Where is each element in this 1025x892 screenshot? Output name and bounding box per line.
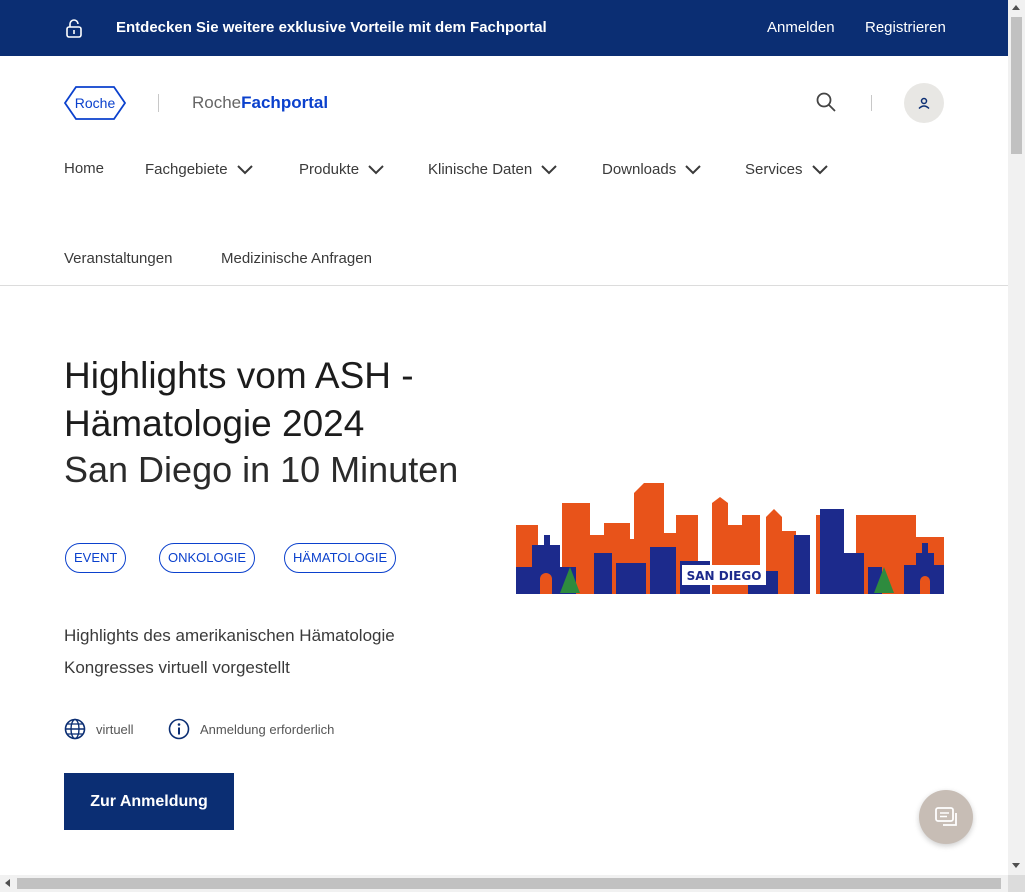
login-link[interactable]: Anmelden bbox=[767, 19, 835, 36]
scrollbar-corner bbox=[1008, 875, 1025, 892]
register-event-button[interactable]: Zur Anmeldung bbox=[64, 773, 234, 830]
san-diego-skyline-image: SAN DIEGO bbox=[516, 483, 944, 594]
page-title: Highlights vom ASH - Hämatologie 2024 bbox=[64, 355, 414, 444]
chevron-down-icon bbox=[811, 165, 828, 175]
logo-text: Roche bbox=[75, 95, 116, 111]
nav-item-services[interactable]: Services bbox=[745, 160, 829, 178]
nav-item-veranstaltungen[interactable]: Veranstaltungen bbox=[64, 250, 172, 267]
event-description: Highlights des amerikanischen Hämatologi… bbox=[64, 626, 395, 677]
brand-prefix: Roche bbox=[192, 93, 242, 112]
meta-virtual: virtuell bbox=[64, 718, 134, 740]
page-subtitle: San Diego in 10 Minuten bbox=[64, 449, 459, 490]
brand-name[interactable]: RocheFachportal bbox=[192, 93, 328, 113]
promo-text: Entdecken Sie weitere exklusive Vorteile… bbox=[116, 19, 547, 36]
brand-fachportal: Fachportal bbox=[241, 93, 329, 112]
roche-logo[interactable]: Roche bbox=[64, 86, 126, 120]
nav-item-medizinische-anfragen[interactable]: Medizinische Anfragen bbox=[221, 250, 372, 267]
tag-onkologie[interactable]: ONKOLOGIE bbox=[159, 543, 256, 573]
page-viewport: Entdecken Sie weitere exklusive Vorteile… bbox=[0, 0, 1008, 875]
nav-item-fachgebiete[interactable]: Fachgebiete bbox=[145, 160, 254, 178]
vertical-scrollbar[interactable] bbox=[1008, 0, 1025, 875]
skyline-caption: SAN DIEGO bbox=[687, 569, 762, 583]
vertical-scrollbar-thumb[interactable] bbox=[1011, 17, 1022, 154]
chevron-down-icon bbox=[368, 165, 384, 175]
globe-icon bbox=[64, 718, 86, 740]
scroll-up-arrow[interactable] bbox=[1012, 5, 1020, 10]
nav-item-label: Downloads bbox=[602, 160, 677, 178]
nav-item-label: Veranstaltungen bbox=[64, 250, 173, 267]
header-divider bbox=[158, 94, 159, 112]
chat-icon bbox=[935, 807, 957, 826]
chevron-down-icon bbox=[236, 165, 253, 175]
search-icon[interactable] bbox=[815, 91, 837, 113]
user-account-button[interactable] bbox=[904, 83, 944, 123]
nav-item-label: Fachgebiete bbox=[145, 160, 228, 178]
promo-bar: Entdecken Sie weitere exklusive Vorteile… bbox=[0, 0, 1008, 56]
meta-virtual-label: virtuell bbox=[96, 721, 134, 737]
tag-haematologie[interactable]: HÄMATOLOGIE bbox=[284, 543, 397, 573]
meta-registration: Anmeldung erforderlich bbox=[168, 718, 334, 740]
header-icon-divider bbox=[871, 95, 872, 111]
nav-item-downloads[interactable]: Downloads bbox=[602, 160, 702, 178]
user-icon bbox=[918, 97, 930, 110]
chevron-down-icon bbox=[685, 165, 701, 175]
nav-divider bbox=[0, 285, 1008, 286]
nav-item-produkte[interactable]: Produkte bbox=[299, 160, 385, 178]
lock-icon bbox=[66, 19, 82, 38]
scroll-left-arrow[interactable] bbox=[5, 879, 10, 887]
nav-item-label: Produkte bbox=[299, 160, 360, 178]
chevron-down-icon bbox=[541, 165, 557, 175]
horizontal-scrollbar[interactable] bbox=[0, 875, 1008, 892]
tag-event[interactable]: EVENT bbox=[65, 543, 127, 573]
scroll-down-arrow[interactable] bbox=[1012, 863, 1020, 868]
nav-item-label: Home bbox=[64, 160, 105, 177]
chat-button[interactable] bbox=[919, 790, 973, 844]
nav-item-label: Klinische Daten bbox=[428, 160, 533, 178]
meta-registration-label: Anmeldung erforderlich bbox=[200, 721, 335, 737]
nav-item-label: Medizinische Anfragen bbox=[221, 250, 372, 267]
nav-item-klinische-daten[interactable]: Klinische Daten bbox=[428, 160, 558, 178]
horizontal-scrollbar-thumb[interactable] bbox=[17, 878, 1001, 889]
register-link[interactable]: Registrieren bbox=[865, 19, 946, 36]
nav-item-home[interactable]: Home bbox=[64, 160, 104, 177]
nav-item-label: Services bbox=[745, 160, 803, 178]
info-icon bbox=[168, 718, 190, 740]
